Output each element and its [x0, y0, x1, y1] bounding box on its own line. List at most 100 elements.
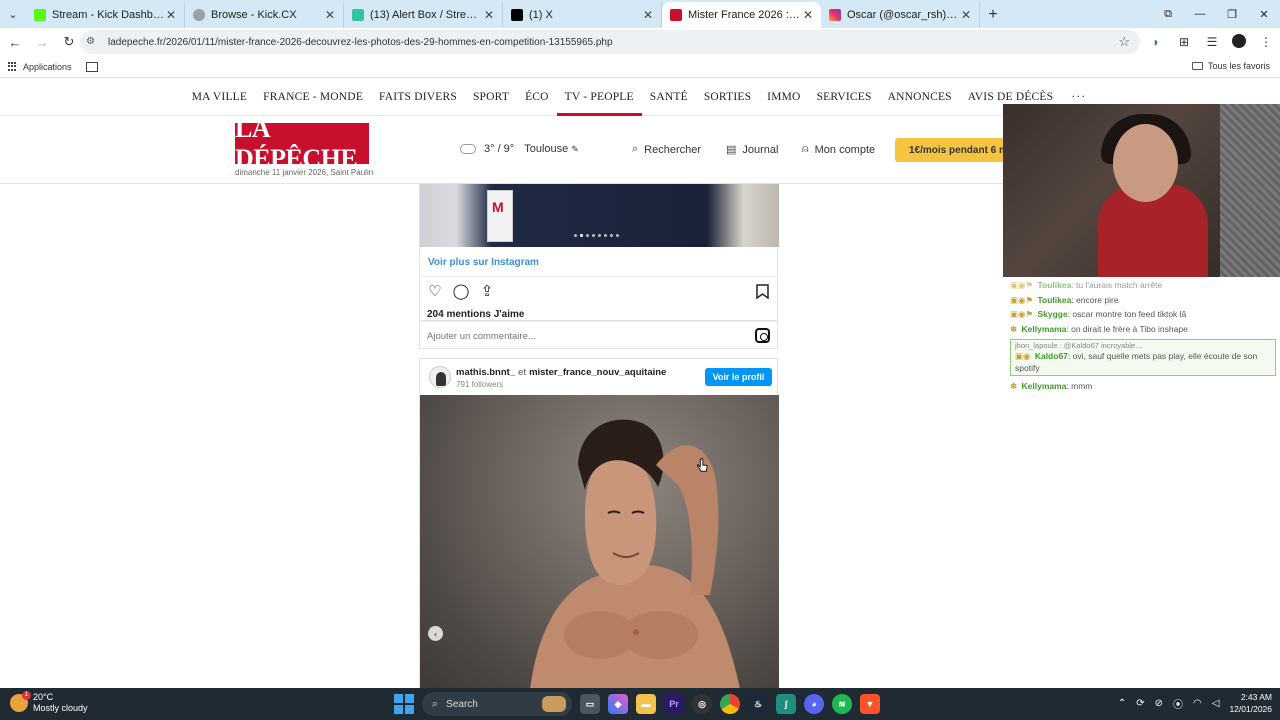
site-info-icon[interactable]: ⚙ [86, 36, 100, 48]
close-icon[interactable]: ✕ [164, 8, 178, 22]
windows-taskbar: 1 20°C Mostly cloudy ⌕ Search ▭ ◆ ▬ Pr ◎… [0, 688, 1280, 720]
clock[interactable]: 2:43 AM 12/01/2026 [1229, 691, 1272, 715]
tab-search-icon[interactable]: ⌄ [0, 0, 26, 28]
weather-cloud-icon [460, 141, 476, 154]
streamer-face [1113, 124, 1178, 202]
system-tray: ⌃ ⟳ ⊘ ⦿ ◠ ◁ 2:43 AM 12/01/2026 [1118, 691, 1272, 715]
nav-faits-divers[interactable]: FAITS DIVERS [371, 78, 465, 116]
view-profile-button[interactable]: Voir le profil [705, 368, 772, 386]
journal-label: Journal [742, 143, 779, 156]
tab-ladepeche[interactable]: Mister France 2026 : découvrez ✕ [662, 2, 821, 28]
weather-widget-taskbar[interactable]: 1 20°C Mostly cloudy [10, 691, 88, 714]
coauthor-username[interactable]: mister_france_nouv_aquitaine [529, 367, 666, 378]
menu-icon[interactable]: ⋮ [1258, 34, 1274, 50]
nav-annonces[interactable]: ANNONCES [880, 78, 960, 116]
nav-france-monde[interactable]: FRANCE - MONDE [255, 78, 371, 116]
spotify-icon[interactable]: ≋ [832, 694, 852, 714]
discord-icon[interactable]: ◕ [804, 694, 824, 714]
tab-streamlabs[interactable]: (13) Alert Box / Streamlabs ✕ [344, 2, 503, 28]
tab-x[interactable]: (1) X ✕ [503, 2, 662, 28]
steam-icon[interactable]: ♨ [748, 694, 768, 714]
nav-ma-ville[interactable]: MA VILLE [184, 78, 255, 116]
view-more-instagram-link[interactable]: Voir plus sur Instagram [428, 257, 539, 268]
taskbar-temp: 20°C [33, 692, 54, 702]
chevron-up-icon[interactable]: ⌃ [1118, 698, 1126, 709]
address-bar[interactable]: ⚙ ladepeche.fr/2026/01/11/mister-france-… [80, 30, 1140, 54]
all-bookmarks[interactable]: Tous les favoris [1191, 61, 1270, 71]
back-button[interactable]: ← [3, 30, 27, 54]
bookmark-star-icon[interactable]: ☆ [1118, 34, 1130, 50]
nav-eco[interactable]: ÉCO [517, 78, 557, 116]
taskbar-condition: Mostly cloudy [33, 703, 88, 713]
extensions-icon[interactable]: ⧉ [1152, 0, 1184, 28]
mic-icon[interactable]: ⦿ [1173, 696, 1183, 711]
copilot-icon[interactable]: ◆ [608, 694, 628, 714]
app-icon[interactable]: ʃ [776, 694, 796, 714]
puzzle-icon[interactable]: ⊞ [1176, 34, 1192, 50]
reload-button[interactable]: ↻ [57, 30, 81, 54]
tab-kick-browse[interactable]: Browse - Kick.CX ✕ [185, 2, 344, 28]
chat-username: Toulikea [1037, 280, 1072, 290]
close-icon[interactable]: ✕ [482, 8, 496, 22]
minimize-button[interactable]: — [1184, 0, 1216, 28]
network-off-icon[interactable]: ⊘ [1155, 698, 1163, 709]
weather-widget[interactable]: 3° / 9° Toulouse ✎ [460, 141, 579, 155]
close-icon[interactable]: ✕ [959, 8, 973, 22]
tab-kick-dashboard[interactable]: Stream - Kick Dashboard ✕ [26, 2, 185, 28]
speaker-icon[interactable]: ◁ [1212, 698, 1220, 709]
wifi-icon[interactable]: ◠ [1193, 698, 1202, 709]
nav-tv-people[interactable]: TV - PEOPLE [556, 78, 642, 116]
chat-message: ▣◉ Kaldo67: ovi, sauf quelle mets pas pl… [1015, 350, 1271, 374]
tab-groups-icon[interactable] [85, 61, 98, 72]
share-icon[interactable]: ⇪ [478, 282, 496, 300]
media-icon[interactable]: ☰ [1204, 34, 1220, 50]
forward-button[interactable]: → [30, 30, 54, 54]
nav-sport[interactable]: SPORT [465, 78, 517, 116]
windows-start-icon[interactable] [394, 694, 414, 714]
post-photo[interactable] [420, 184, 779, 247]
instagram-icon[interactable] [755, 328, 770, 343]
close-icon[interactable]: ✕ [641, 8, 655, 22]
bookmark-icon[interactable] [753, 282, 771, 300]
task-view-icon[interactable]: ▭ [580, 694, 600, 714]
apps-bookmark[interactable]: Applications [8, 61, 72, 72]
nav-sorties[interactable]: SORTIES [696, 78, 759, 116]
obs-icon[interactable]: ◎ [692, 694, 712, 714]
file-explorer-icon[interactable]: ▬ [636, 694, 656, 714]
post-authors: mathis.bnnt_ et mister_france_nouv_aquitai… [456, 367, 666, 378]
close-icon[interactable]: ✕ [801, 8, 815, 22]
sync-icon[interactable]: ⟳ [1136, 698, 1144, 709]
search-link[interactable]: ⌕ Rechercher [632, 143, 701, 156]
previous-image-button[interactable]: ‹ [428, 626, 443, 641]
nav-immo[interactable]: IMMO [759, 78, 808, 116]
brave-icon[interactable]: ▼ [860, 694, 880, 714]
comment-input[interactable]: Ajouter un commentaire... [427, 331, 536, 342]
tab-instagram[interactable]: Oscar (@oscar_rsh) • Photos et ✕ [821, 2, 980, 28]
chat-message: ▣◉⚑ Skygge: oscar montre ton feed tiktok… [1010, 307, 1276, 322]
profile-avatar[interactable] [1232, 34, 1246, 48]
close-window-button[interactable]: ✕ [1248, 0, 1280, 28]
heart-icon[interactable]: ♡ [426, 282, 444, 300]
tab-title: Stream - Kick Dashboard [52, 9, 164, 21]
clock-time: 2:43 AM [1240, 692, 1272, 702]
avatar[interactable] [429, 366, 451, 388]
account-link[interactable]: ⍝ Mon compte [802, 143, 875, 156]
taskbar-search[interactable]: ⌕ Search [422, 692, 572, 716]
comment-icon[interactable]: ◯ [452, 282, 470, 300]
new-tab-button[interactable]: + [980, 2, 1006, 28]
author-username[interactable]: mathis.bnnt_ [456, 367, 515, 378]
tab-title: (13) Alert Box / Streamlabs [370, 9, 482, 21]
close-icon[interactable]: ✕ [323, 8, 337, 22]
site-logo[interactable]: LA DÉPÊCHE [235, 114, 369, 173]
x-icon [511, 9, 523, 21]
pencil-icon[interactable]: ✎ [571, 144, 579, 155]
nav-services[interactable]: SERVICES [809, 78, 880, 116]
chrome-icon[interactable] [720, 694, 740, 714]
extension-icon[interactable]: ◗ [1148, 34, 1164, 50]
post-photo[interactable]: ‹ [420, 395, 779, 688]
premiere-icon[interactable]: Pr [664, 694, 684, 714]
nav-sante[interactable]: SANTÉ [642, 78, 696, 116]
chat-badges-icon: ✽ [1010, 381, 1018, 391]
restore-button[interactable]: ❐ [1216, 0, 1248, 28]
journal-link[interactable]: ▤ Journal [726, 143, 779, 157]
